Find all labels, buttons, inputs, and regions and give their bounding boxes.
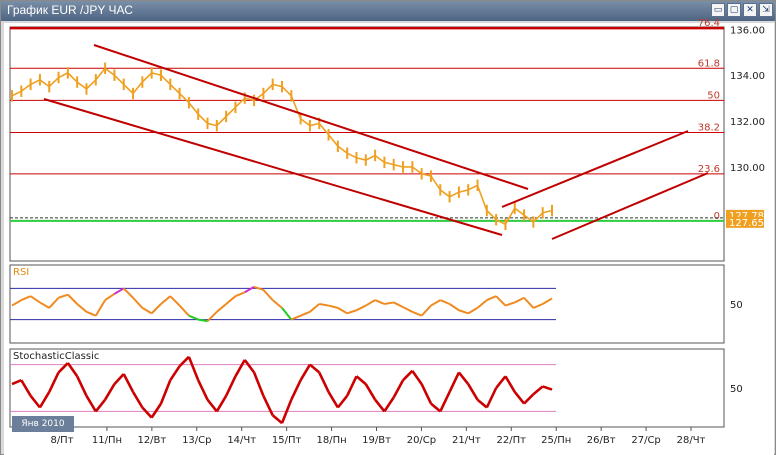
window-title: График EUR /JPY ЧАС <box>7 3 133 17</box>
x-tick-label: 27/Ср <box>631 435 660 446</box>
fib-label-50: 50 <box>707 90 720 101</box>
rsi-title: RSI <box>13 267 29 278</box>
price-badge-text-1: 127.65 <box>729 218 764 229</box>
chart-window: График EUR /JPY ЧАС ▭ ▢ ✕ ⇲ 76.4 61.8 50 38… <box>0 0 776 455</box>
rsi-y-tick: 50 <box>730 300 743 311</box>
chart-svg: 76.4 61.8 50 38.2 23.6 0 136.00 134.00 132.00 130… <box>9 18 765 446</box>
fib-label-38-2: 38.2 <box>698 123 720 134</box>
price-y-tick: 136.00 <box>730 25 765 36</box>
x-tick-label: 18/Пн <box>316 435 346 446</box>
price-pane <box>9 26 725 262</box>
x-tick-label: 8/Пт <box>50 435 73 446</box>
stochastic-y-tick: 50 <box>730 384 743 395</box>
period-badge: Янв 2010 <box>12 416 74 432</box>
minimize-button[interactable]: ▭ <box>711 3 725 17</box>
x-tick-label: 21/Чт <box>452 435 481 446</box>
x-tick-label: 12/Вт <box>137 435 166 446</box>
x-tick-label: 28/Чт <box>677 435 706 446</box>
x-tick-label: 20/Ср <box>407 435 436 446</box>
close-button[interactable]: ✕ <box>743 3 757 17</box>
x-tick-label: 19/Вт <box>362 435 391 446</box>
stochastic-title: StochasticClassic <box>13 351 99 362</box>
price-y-tick: 130.00 <box>730 163 765 174</box>
fib-label-76-4: 76.4 <box>698 18 720 29</box>
x-tick-label: 11/Пн <box>92 435 122 446</box>
detach-button[interactable]: ⇲ <box>759 3 773 17</box>
x-tick-label: 14/Чт <box>227 435 256 446</box>
x-tick-label: 22/Пт <box>497 435 527 446</box>
restore-button[interactable]: ▢ <box>727 3 741 17</box>
x-tick-label: 26/Вт <box>587 435 616 446</box>
title-bar[interactable]: График EUR /JPY ЧАС ▭ ▢ ✕ ⇲ <box>1 1 775 21</box>
x-tick-label: 25/Пн <box>541 435 571 446</box>
fib-label-0: 0 <box>714 211 720 222</box>
price-y-tick: 132.00 <box>730 117 765 128</box>
chart-area[interactable]: 76.4 61.8 50 38.2 23.6 0 136.00 134.00 132.00 130… <box>4 18 774 455</box>
x-tick-label: 13/Ср <box>182 435 211 446</box>
fib-label-61-8: 61.8 <box>698 58 720 69</box>
price-y-tick: 134.00 <box>730 71 765 82</box>
fib-label-23-6: 23.6 <box>698 164 720 175</box>
x-tick-label: 15/Пт <box>272 435 302 446</box>
